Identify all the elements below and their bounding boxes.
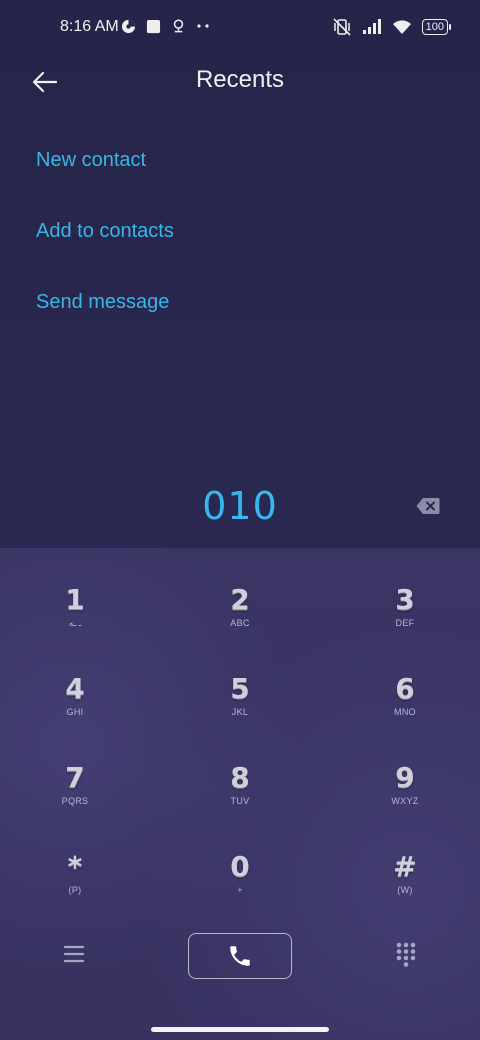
app-bar: Recents — [0, 56, 480, 108]
more-notifications-icon — [197, 24, 209, 28]
key-digit: 6 — [395, 672, 415, 705]
key-7[interactable]: 7 PQRS — [10, 761, 140, 841]
backspace-icon[interactable] — [416, 497, 440, 515]
add-to-contacts-link[interactable]: Add to contacts — [36, 220, 174, 243]
send-message-link[interactable]: Send message — [36, 291, 169, 314]
key-9[interactable]: 9 WXYZ — [340, 761, 470, 841]
key-star[interactable]: * (P) — [10, 850, 140, 930]
status-notification-icons — [121, 18, 210, 34]
key-letters: JKL — [231, 707, 249, 717]
location-notification-icon — [173, 19, 184, 33]
square-notification-icon — [146, 19, 161, 33]
key-digit: 2 — [230, 583, 250, 616]
key-digit: * — [67, 850, 83, 883]
key-digit: 0 — [230, 850, 250, 883]
wifi-icon — [392, 20, 411, 34]
key-letters: WXYZ — [391, 796, 419, 806]
key-2[interactable]: 2 ABC — [175, 583, 305, 663]
status-system-icons: 100 — [332, 18, 452, 36]
home-indicator[interactable] — [151, 1027, 329, 1032]
key-letters: GHI — [66, 707, 84, 717]
call-button[interactable] — [188, 933, 292, 979]
dialpad-icon[interactable] — [396, 942, 416, 968]
key-letters: DEF — [395, 618, 415, 628]
page-title: Recents — [195, 66, 285, 93]
key-0[interactable]: 0 + — [175, 850, 305, 930]
vibrate-off-icon — [333, 18, 351, 36]
key-digit: 4 — [65, 672, 85, 705]
key-8[interactable]: 8 TUV — [175, 761, 305, 841]
key-3[interactable]: 3 DEF — [340, 583, 470, 663]
key-5[interactable]: 5 JKL — [175, 672, 305, 752]
key-letters: PQRS — [61, 796, 89, 806]
signal-icon — [362, 19, 381, 34]
key-letters: ـ ـه — [68, 618, 82, 628]
app-notification-icon — [121, 19, 136, 33]
key-digit: 3 — [395, 583, 415, 616]
new-contact-link[interactable]: New contact — [36, 149, 146, 172]
key-digit: # — [393, 850, 417, 883]
key-digit: 5 — [230, 672, 250, 705]
key-letters: (W) — [397, 885, 413, 895]
key-1[interactable]: 1 ـ ـه — [10, 583, 140, 663]
key-hash[interactable]: # (W) — [340, 850, 470, 930]
key-letters: + — [237, 885, 243, 895]
key-digit: 9 — [395, 761, 415, 794]
key-digit: 7 — [65, 761, 85, 794]
dialed-number: 010 — [202, 484, 278, 528]
battery-icon: 100 — [421, 19, 452, 35]
key-digit: 1 — [65, 583, 85, 616]
menu-icon[interactable] — [63, 944, 85, 964]
phone-icon — [230, 946, 250, 966]
key-4[interactable]: 4 GHI — [10, 672, 140, 752]
status-time: 8:16 AM — [60, 18, 119, 35]
status-bar: 8:16 AM 100 — [0, 0, 480, 56]
key-letters: (P) — [68, 885, 82, 895]
key-letters: ABC — [230, 618, 250, 628]
key-digit: 8 — [230, 761, 250, 794]
key-letters: TUV — [230, 796, 250, 806]
key-6[interactable]: 6 MNO — [340, 672, 470, 752]
key-letters: MNO — [394, 707, 416, 717]
